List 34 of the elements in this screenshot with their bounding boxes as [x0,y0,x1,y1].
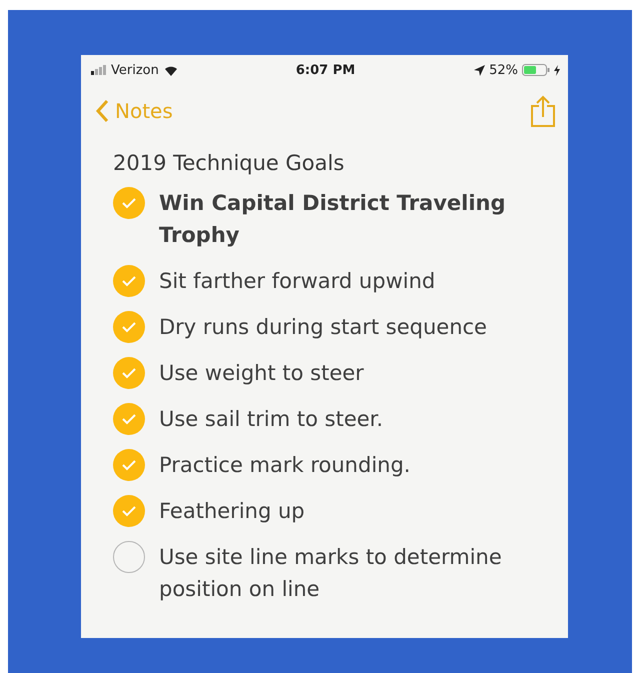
checklist-checkbox[interactable] [113,357,145,389]
checklist-checkbox[interactable] [113,265,145,297]
wifi-icon [162,64,179,76]
checklist-item-text: Sit farther forward upwind [159,268,436,295]
battery-icon [522,64,550,76]
checklist-item-text: Use weight to steer [159,360,364,387]
checkmark-icon [121,459,137,471]
checklist-item-text: Use sail trim to steer. [159,406,384,433]
carrier-name: Verizon [111,62,159,78]
checklist-checkbox[interactable] [113,495,145,527]
checklist-checkbox[interactable] [113,311,145,343]
location-icon [474,64,486,76]
checklist-checkbox[interactable] [113,403,145,435]
note-title: 2019 Technique Goals [113,151,346,175]
checklist-item-text: Use site line marks to determine position on line [159,544,503,603]
checklist-item-text: Practice mark rounding. [159,452,410,479]
checkmark-icon [121,367,137,379]
checklist-item-text: Win Capital District Traveling Trophy [159,190,507,249]
share-button[interactable] [530,95,556,127]
checkmark-icon [121,275,137,287]
checkmark-icon [121,505,137,517]
checkmark-icon [121,197,137,209]
signal-icon [91,65,107,75]
checklist-checkbox[interactable] [113,541,145,573]
checklist-item-text: Feathering up [159,498,305,525]
checklist-item-text: Dry runs during start sequence [159,314,487,341]
back-button[interactable]: Notes [95,99,173,123]
checklist-checkbox[interactable] [113,187,145,219]
checkmark-icon [121,321,137,333]
chevron-left-icon [95,99,109,123]
checklist-checkbox[interactable] [113,449,145,481]
battery-percent: 52% [489,62,518,78]
checkmark-icon [121,413,137,425]
clock-time: 6:07 PM [296,62,356,78]
